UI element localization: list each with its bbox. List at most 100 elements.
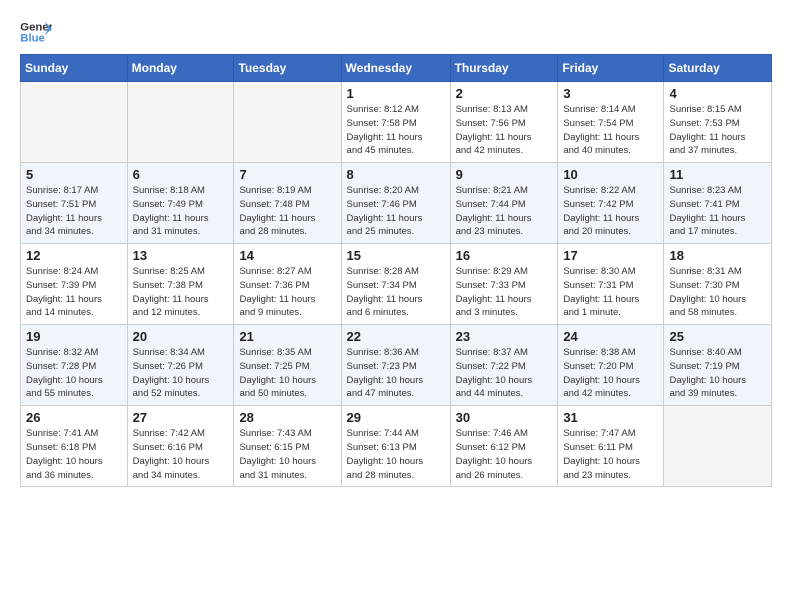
- calendar-cell: 3 Sunrise: 8:14 AM Sunset: 7:54 PM Daylig…: [558, 82, 664, 163]
- day-number: 15: [347, 248, 445, 263]
- day-info: Sunrise: 8:32 AM Sunset: 7:28 PM Dayligh…: [26, 346, 122, 401]
- day-number: 18: [669, 248, 766, 263]
- day-info: Sunrise: 8:36 AM Sunset: 7:23 PM Dayligh…: [347, 346, 445, 401]
- day-info: Sunrise: 7:42 AM Sunset: 6:16 PM Dayligh…: [133, 427, 229, 482]
- day-info: Sunrise: 7:44 AM Sunset: 6:13 PM Dayligh…: [347, 427, 445, 482]
- day-number: 27: [133, 410, 229, 425]
- day-number: 14: [239, 248, 335, 263]
- calendar-cell: 13 Sunrise: 8:25 AM Sunset: 7:38 PM Dayli…: [127, 244, 234, 325]
- calendar-cell: 2 Sunrise: 8:13 AM Sunset: 7:56 PM Daylig…: [450, 82, 558, 163]
- day-info: Sunrise: 8:23 AM Sunset: 7:41 PM Dayligh…: [669, 184, 766, 239]
- day-info: Sunrise: 7:47 AM Sunset: 6:11 PM Dayligh…: [563, 427, 658, 482]
- calendar-cell: 4 Sunrise: 8:15 AM Sunset: 7:53 PM Daylig…: [664, 82, 772, 163]
- calendar-cell: [234, 82, 341, 163]
- day-info: Sunrise: 8:35 AM Sunset: 7:25 PM Dayligh…: [239, 346, 335, 401]
- calendar-cell: [664, 406, 772, 487]
- calendar-cell: 17 Sunrise: 8:30 AM Sunset: 7:31 PM Dayli…: [558, 244, 664, 325]
- day-info: Sunrise: 7:46 AM Sunset: 6:12 PM Dayligh…: [456, 427, 553, 482]
- day-info: Sunrise: 8:34 AM Sunset: 7:26 PM Dayligh…: [133, 346, 229, 401]
- calendar-cell: 10 Sunrise: 8:22 AM Sunset: 7:42 PM Dayli…: [558, 163, 664, 244]
- calendar-cell: 28Sunrise: 7:43 AM Sunset: 6:15 PM Dayli…: [234, 406, 341, 487]
- day-number: 8: [347, 167, 445, 182]
- day-info: Sunrise: 8:38 AM Sunset: 7:20 PM Dayligh…: [563, 346, 658, 401]
- day-info: Sunrise: 8:40 AM Sunset: 7:19 PM Dayligh…: [669, 346, 766, 401]
- calendar-cell: 14Sunrise: 8:27 AM Sunset: 7:36 PM Dayli…: [234, 244, 341, 325]
- page: General Blue SundayMondayTuesdayWednesda…: [0, 0, 792, 497]
- col-header-monday: Monday: [127, 55, 234, 82]
- day-number: 10: [563, 167, 658, 182]
- day-info: Sunrise: 8:12 AM Sunset: 7:58 PM Dayligh…: [347, 103, 445, 158]
- day-number: 6: [133, 167, 229, 182]
- calendar-cell: 31Sunrise: 7:47 AM Sunset: 6:11 PM Dayli…: [558, 406, 664, 487]
- day-info: Sunrise: 8:15 AM Sunset: 7:53 PM Dayligh…: [669, 103, 766, 158]
- day-info: Sunrise: 8:18 AM Sunset: 7:49 PM Dayligh…: [133, 184, 229, 239]
- calendar-cell: 30 Sunrise: 7:46 AM Sunset: 6:12 PM Dayli…: [450, 406, 558, 487]
- day-info: Sunrise: 7:43 AM Sunset: 6:15 PM Dayligh…: [239, 427, 335, 482]
- day-number: 30: [456, 410, 553, 425]
- day-number: 26: [26, 410, 122, 425]
- calendar-cell: 27 Sunrise: 7:42 AM Sunset: 6:16 PM Dayli…: [127, 406, 234, 487]
- day-number: 29: [347, 410, 445, 425]
- day-info: Sunrise: 8:17 AM Sunset: 7:51 PM Dayligh…: [26, 184, 122, 239]
- calendar-table: SundayMondayTuesdayWednesdayThursdayFrid…: [20, 54, 772, 487]
- day-number: 13: [133, 248, 229, 263]
- calendar-cell: [127, 82, 234, 163]
- day-info: Sunrise: 8:30 AM Sunset: 7:31 PM Dayligh…: [563, 265, 658, 320]
- day-number: 23: [456, 329, 553, 344]
- day-number: 19: [26, 329, 122, 344]
- day-number: 25: [669, 329, 766, 344]
- day-number: 7: [239, 167, 335, 182]
- calendar-cell: 20 Sunrise: 8:34 AM Sunset: 7:26 PM Dayli…: [127, 325, 234, 406]
- calendar-cell: 11 Sunrise: 8:23 AM Sunset: 7:41 PM Dayli…: [664, 163, 772, 244]
- day-info: Sunrise: 8:22 AM Sunset: 7:42 PM Dayligh…: [563, 184, 658, 239]
- calendar-week-2: 5Sunrise: 8:17 AM Sunset: 7:51 PM Daylig…: [21, 163, 772, 244]
- day-info: Sunrise: 8:13 AM Sunset: 7:56 PM Dayligh…: [456, 103, 553, 158]
- col-header-thursday: Thursday: [450, 55, 558, 82]
- col-header-saturday: Saturday: [664, 55, 772, 82]
- day-number: 17: [563, 248, 658, 263]
- day-number: 11: [669, 167, 766, 182]
- header: General Blue: [20, 18, 772, 46]
- calendar-cell: 1 Sunrise: 8:12 AM Sunset: 7:58 PM Daylig…: [341, 82, 450, 163]
- day-info: Sunrise: 8:19 AM Sunset: 7:48 PM Dayligh…: [239, 184, 335, 239]
- day-info: Sunrise: 8:37 AM Sunset: 7:22 PM Dayligh…: [456, 346, 553, 401]
- calendar-cell: 24 Sunrise: 8:38 AM Sunset: 7:20 PM Dayli…: [558, 325, 664, 406]
- calendar-week-4: 19 Sunrise: 8:32 AM Sunset: 7:28 PM Dayli…: [21, 325, 772, 406]
- day-number: 4: [669, 86, 766, 101]
- col-header-wednesday: Wednesday: [341, 55, 450, 82]
- day-info: Sunrise: 8:21 AM Sunset: 7:44 PM Dayligh…: [456, 184, 553, 239]
- day-info: Sunrise: 8:14 AM Sunset: 7:54 PM Dayligh…: [563, 103, 658, 158]
- day-number: 3: [563, 86, 658, 101]
- day-info: Sunrise: 8:20 AM Sunset: 7:46 PM Dayligh…: [347, 184, 445, 239]
- calendar-cell: 6 Sunrise: 8:18 AM Sunset: 7:49 PM Daylig…: [127, 163, 234, 244]
- calendar-week-1: 1 Sunrise: 8:12 AM Sunset: 7:58 PM Daylig…: [21, 82, 772, 163]
- calendar-cell: 9Sunrise: 8:21 AM Sunset: 7:44 PM Daylig…: [450, 163, 558, 244]
- calendar-cell: 29 Sunrise: 7:44 AM Sunset: 6:13 PM Dayli…: [341, 406, 450, 487]
- calendar-cell: 19 Sunrise: 8:32 AM Sunset: 7:28 PM Dayli…: [21, 325, 128, 406]
- calendar-cell: 26 Sunrise: 7:41 AM Sunset: 6:18 PM Dayli…: [21, 406, 128, 487]
- svg-text:Blue: Blue: [20, 33, 45, 45]
- calendar-week-3: 12Sunrise: 8:24 AM Sunset: 7:39 PM Dayli…: [21, 244, 772, 325]
- calendar-week-5: 26 Sunrise: 7:41 AM Sunset: 6:18 PM Dayli…: [21, 406, 772, 487]
- calendar-cell: 16 Sunrise: 8:29 AM Sunset: 7:33 PM Dayli…: [450, 244, 558, 325]
- day-number: 12: [26, 248, 122, 263]
- calendar-cell: 22Sunrise: 8:36 AM Sunset: 7:23 PM Dayli…: [341, 325, 450, 406]
- day-number: 24: [563, 329, 658, 344]
- day-info: Sunrise: 8:25 AM Sunset: 7:38 PM Dayligh…: [133, 265, 229, 320]
- day-number: 20: [133, 329, 229, 344]
- calendar-cell: 7 Sunrise: 8:19 AM Sunset: 7:48 PM Daylig…: [234, 163, 341, 244]
- calendar-cell: 23 Sunrise: 8:37 AM Sunset: 7:22 PM Dayli…: [450, 325, 558, 406]
- calendar-cell: 25 Sunrise: 8:40 AM Sunset: 7:19 PM Dayli…: [664, 325, 772, 406]
- day-number: 1: [347, 86, 445, 101]
- day-number: 2: [456, 86, 553, 101]
- col-header-friday: Friday: [558, 55, 664, 82]
- day-number: 16: [456, 248, 553, 263]
- calendar-cell: 12Sunrise: 8:24 AM Sunset: 7:39 PM Dayli…: [21, 244, 128, 325]
- day-info: Sunrise: 8:31 AM Sunset: 7:30 PM Dayligh…: [669, 265, 766, 320]
- day-info: Sunrise: 7:41 AM Sunset: 6:18 PM Dayligh…: [26, 427, 122, 482]
- day-info: Sunrise: 8:29 AM Sunset: 7:33 PM Dayligh…: [456, 265, 553, 320]
- calendar-cell: 21 Sunrise: 8:35 AM Sunset: 7:25 PM Dayli…: [234, 325, 341, 406]
- logo: General Blue: [20, 18, 56, 46]
- day-number: 21: [239, 329, 335, 344]
- col-header-sunday: Sunday: [21, 55, 128, 82]
